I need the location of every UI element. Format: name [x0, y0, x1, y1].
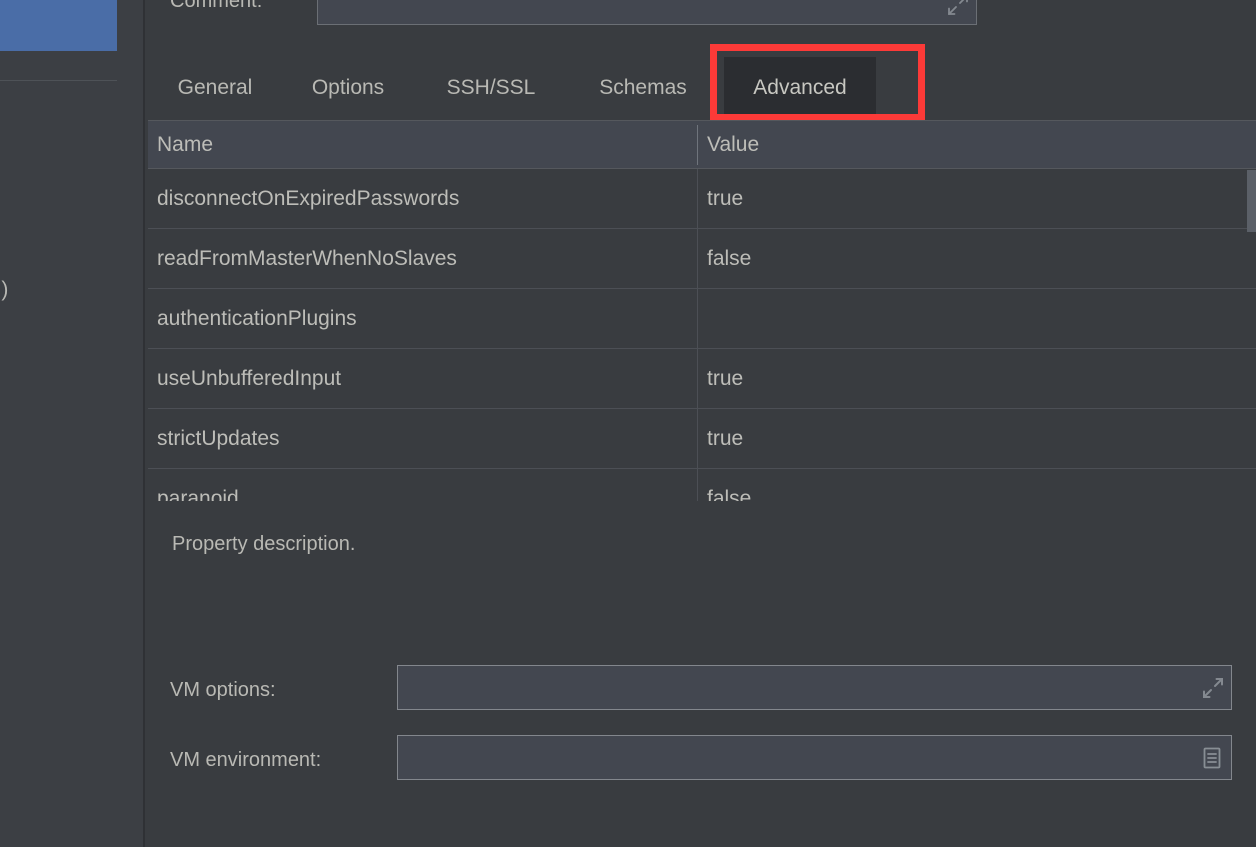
data-source-tree-panel: ded) e)	[0, 0, 143, 847]
table-row[interactable]: authenticationPlugins	[148, 289, 1256, 349]
tab-general[interactable]: General	[157, 57, 273, 119]
tab-ssh-ssl[interactable]: SSH/SSL	[433, 57, 549, 119]
cell-property-value[interactable]	[698, 289, 1256, 348]
tab-schemas[interactable]: Schemas	[582, 57, 704, 119]
sidebar-scrollbar-track[interactable]	[124, 0, 143, 847]
column-header-value[interactable]: Value	[698, 121, 1256, 168]
vm-options-label: VM options:	[170, 678, 276, 701]
table-row[interactable]: strictUpdates true	[148, 409, 1256, 469]
vm-options-row: VM options:	[145, 665, 1256, 715]
cell-property-value[interactable]: true	[698, 409, 1256, 468]
cell-property-name: strictUpdates	[157, 426, 280, 450]
table-header-row: Name Value	[148, 121, 1256, 169]
cell-property-name: useUnbufferedInput	[157, 366, 342, 390]
tree-item-label-clipped-1: ded)	[0, 278, 9, 301]
vm-environment-label: VM environment:	[170, 748, 322, 771]
table-row[interactable]: readFromMasterWhenNoSlaves false	[148, 229, 1256, 289]
table-scrollbar-thumb[interactable]	[1247, 170, 1256, 232]
cell-property-value[interactable]: false	[698, 469, 1256, 502]
cell-property-name: disconnectOnExpiredPasswords	[157, 186, 460, 210]
advanced-properties-table: Name Value disconnectOnExpiredPasswords …	[148, 120, 1256, 501]
connection-settings-panel: Comment: General Options SSH/SSL Schemas…	[145, 0, 1256, 847]
vm-environment-row: VM environment:	[145, 735, 1256, 785]
cell-property-value[interactable]: true	[698, 169, 1256, 228]
cell-property-name: readFromMasterWhenNoSlaves	[157, 246, 457, 270]
table-row[interactable]: paranoid false	[148, 469, 1256, 501]
application-window: ded) e) Comment: Gene	[0, 0, 1256, 847]
property-description-panel: Property description.	[148, 501, 1256, 651]
tree-item-selected[interactable]	[0, 0, 117, 51]
comment-row: Comment:	[145, 0, 1256, 28]
expand-icon[interactable]	[1202, 677, 1224, 699]
tab-advanced[interactable]: Advanced	[724, 57, 876, 119]
comment-label: Comment:	[170, 0, 263, 12]
document-icon[interactable]	[1201, 746, 1223, 770]
cell-property-name: paranoid	[157, 486, 239, 502]
tab-options[interactable]: Options	[289, 57, 407, 119]
tree-divider	[0, 80, 117, 81]
table-row[interactable]: useUnbufferedInput true	[148, 349, 1256, 409]
comment-input[interactable]	[317, 0, 977, 25]
property-description-text: Property description.	[172, 533, 356, 555]
vm-environment-input[interactable]	[397, 735, 1232, 780]
table-row[interactable]: disconnectOnExpiredPasswords true	[148, 169, 1256, 229]
cell-property-value[interactable]: true	[698, 349, 1256, 408]
cell-property-name: authenticationPlugins	[157, 306, 357, 330]
cell-property-value[interactable]: false	[698, 229, 1256, 288]
vm-options-input[interactable]	[397, 665, 1232, 710]
column-header-name[interactable]: Name	[148, 121, 697, 168]
table-body: disconnectOnExpiredPasswords true readFr…	[148, 169, 1256, 501]
settings-tab-bar: General Options SSH/SSL Schemas Advanced	[145, 44, 1256, 121]
expand-icon[interactable]	[947, 0, 969, 16]
